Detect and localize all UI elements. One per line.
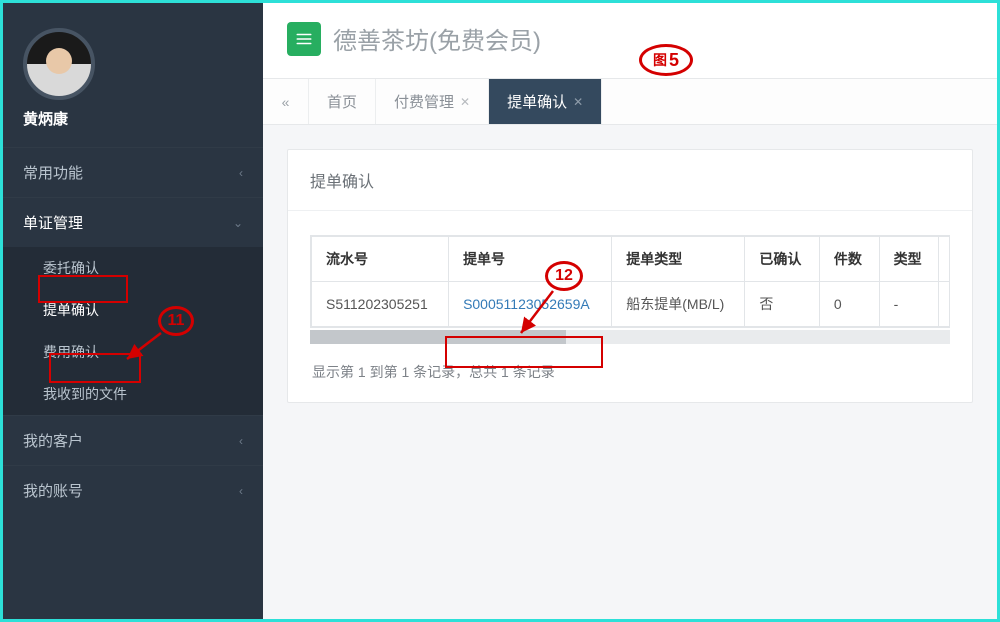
tab-fee-mgmt[interactable]: 付费管理 ✕ xyxy=(376,79,489,124)
titlebar: 德善茶坊(免费会员) xyxy=(263,3,997,79)
tab-label: 首页 xyxy=(327,91,357,112)
chevron-left-icon: ‹ xyxy=(239,166,243,180)
sidebar-nav: 常用功能 ‹ 单证管理 ⌄ 委托确认 提单确认 费用确认 我收到的文件 我的客户… xyxy=(3,147,263,515)
chevron-down-icon: ⌄ xyxy=(233,216,243,230)
cell-serial: S511202305251 xyxy=(312,282,449,327)
col-billtype: 提单类型 xyxy=(612,237,745,282)
sidebar-subnav-docs: 委托确认 提单确认 费用确认 我收到的文件 xyxy=(3,247,263,415)
cell-confirmed: 否 xyxy=(745,282,819,327)
col-confirmed: 已确认 xyxy=(745,237,819,282)
col-cat: 类型 xyxy=(879,237,939,282)
panel-body: 流水号 提单号 提单类型 已确认 件数 类型 毛重KGS xyxy=(288,211,972,402)
main: 德善茶坊(免费会员) « 首页 付费管理 ✕ 提单确认 ✕ 提单确认 xyxy=(263,3,997,619)
page-title: 德善茶坊(免费会员) xyxy=(333,21,541,56)
panel-title: 提单确认 xyxy=(288,150,972,211)
sidebar-item-account[interactable]: 我的账号 ‹ xyxy=(3,465,263,515)
col-billno: 提单号 xyxy=(449,237,612,282)
sidebar-item-label: 我的客户 xyxy=(23,430,83,451)
avatar[interactable] xyxy=(23,28,95,100)
col-pieces: 件数 xyxy=(819,237,879,282)
cell-gross: 24000 xyxy=(939,282,950,327)
chevron-left-icon: ‹ xyxy=(239,434,243,448)
sidebar-subitem-entrust[interactable]: 委托确认 xyxy=(3,247,263,289)
table-wrap: 流水号 提单号 提单类型 已确认 件数 类型 毛重KGS xyxy=(310,235,950,328)
sidebar: 黄炳康 常用功能 ‹ 单证管理 ⌄ 委托确认 提单确认 费用确认 我收到的文件 … xyxy=(3,3,263,619)
avatar-wrap xyxy=(3,18,263,108)
double-chevron-left-icon: « xyxy=(282,94,290,110)
menu-toggle-button[interactable] xyxy=(287,22,321,56)
sidebar-item-common[interactable]: 常用功能 ‹ xyxy=(3,147,263,197)
sidebar-subitem-fee-confirm[interactable]: 费用确认 xyxy=(3,331,263,373)
tab-bill-confirm[interactable]: 提单确认 ✕ xyxy=(489,79,602,124)
tab-back-button[interactable]: « xyxy=(263,79,309,124)
sidebar-item-customers[interactable]: 我的客户 ‹ xyxy=(3,415,263,465)
hamburger-icon xyxy=(295,30,313,48)
tab-label: 付费管理 xyxy=(394,91,454,112)
sidebar-subitem-received-files[interactable]: 我收到的文件 xyxy=(3,373,263,415)
cell-billtype: 船东提单(MB/L) xyxy=(612,282,745,327)
cell-cat: - xyxy=(879,282,939,327)
close-icon[interactable]: ✕ xyxy=(460,95,470,109)
sidebar-item-label: 我的账号 xyxy=(23,480,83,501)
sidebar-item-label: 单证管理 xyxy=(23,212,83,233)
bill-table: 流水号 提单号 提单类型 已确认 件数 类型 毛重KGS xyxy=(311,236,950,327)
tabbar: « 首页 付费管理 ✕ 提单确认 ✕ xyxy=(263,79,997,125)
col-serial: 流水号 xyxy=(312,237,449,282)
content: 提单确认 流水号 提单号 提单类型 已确认 件数 类 xyxy=(263,125,997,619)
tab-home[interactable]: 首页 xyxy=(309,79,376,124)
sidebar-item-label: 常用功能 xyxy=(23,162,83,183)
tab-label: 提单确认 xyxy=(507,91,567,112)
table-row[interactable]: S511202305251 S00051123052659A 船东提单(MB/L… xyxy=(312,282,951,327)
pager-info: 显示第 1 到第 1 条记录，总共 1 条记录 xyxy=(310,344,950,392)
chevron-left-icon: ‹ xyxy=(239,484,243,498)
panel: 提单确认 流水号 提单号 提单类型 已确认 件数 类 xyxy=(287,149,973,403)
cell-pieces: 0 xyxy=(819,282,879,327)
username: 黄炳康 xyxy=(3,108,263,147)
sidebar-subitem-bill-confirm[interactable]: 提单确认 xyxy=(3,289,263,331)
sidebar-item-docs[interactable]: 单证管理 ⌄ xyxy=(3,197,263,247)
cell-billno-link[interactable]: S00051123052659A xyxy=(449,282,612,327)
scrollbar-thumb[interactable] xyxy=(310,330,566,344)
horizontal-scrollbar[interactable] xyxy=(310,330,950,344)
table-header-row: 流水号 提单号 提单类型 已确认 件数 类型 毛重KGS xyxy=(312,237,951,282)
col-gross: 毛重KGS xyxy=(939,237,950,282)
close-icon[interactable]: ✕ xyxy=(573,95,583,109)
